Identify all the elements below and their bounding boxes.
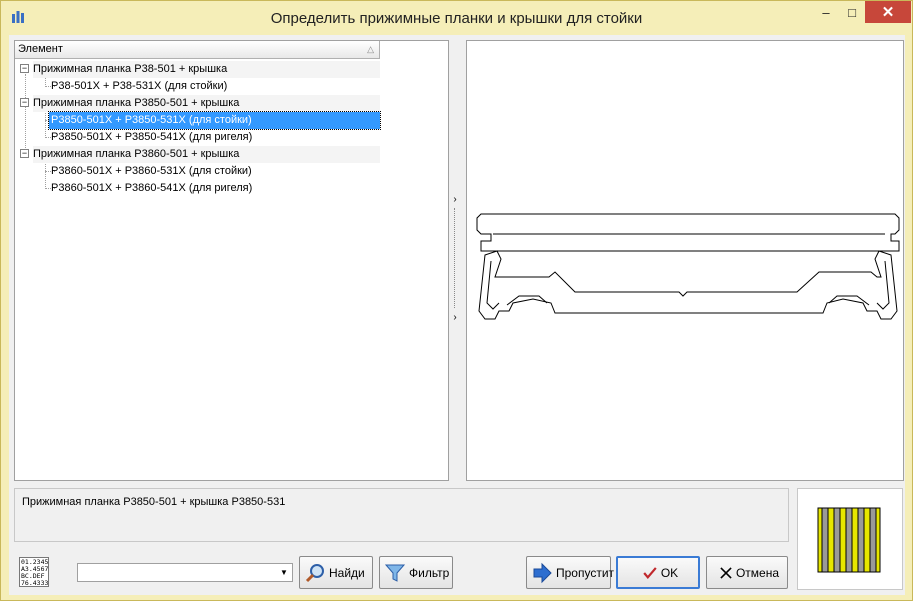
chevron-right-icon[interactable]: › <box>451 312 459 323</box>
title-bar[interactable]: Определить прижимные планки и крышки для… <box>1 1 912 35</box>
tree-header-label: Элемент <box>18 43 63 55</box>
filter-button[interactable]: Фильтр <box>379 556 453 589</box>
tree-child-item[interactable]: P3860-501X + P3860-531X (для стойки) <box>49 163 252 180</box>
ok-button[interactable]: OK <box>616 556 700 589</box>
collapse-toggle[interactable]: − <box>20 64 29 73</box>
sort-ascending-icon: △ <box>367 44 374 54</box>
tree-connector <box>45 109 46 138</box>
magnifier-icon <box>305 563 324 582</box>
profile-drawing <box>476 213 900 320</box>
tree-group-item[interactable]: Прижимная планка P38-501 + крышка <box>33 61 380 78</box>
minimize-button[interactable]: – <box>813 1 839 23</box>
profile-preview <box>466 40 904 481</box>
tree-child-item[interactable]: P3860-501X + P3860-541X (для ригеля) <box>49 180 252 197</box>
calc-line: 76.4333 <box>21 579 49 587</box>
dropdown-arrow-icon[interactable]: ▼ <box>276 564 292 581</box>
dialog-window: Определить прижимные планки и крышки для… <box>0 0 913 601</box>
collapse-toggle[interactable]: − <box>20 98 29 107</box>
skip-button[interactable]: Пропустит <box>526 556 615 589</box>
client-area: Элемент △ − Прижимная планка P38-501 + к… <box>9 35 905 595</box>
skip-button-label: Пропустит <box>556 565 615 580</box>
cancel-button-label: Отмена <box>735 565 780 580</box>
search-combobox[interactable]: ▼ <box>77 563 293 582</box>
arrow-right-icon <box>533 562 552 583</box>
funnel-icon <box>384 564 406 582</box>
tree-child-item[interactable]: P38-501X + P38-531X (для стойки) <box>49 78 227 95</box>
thumbnail-preview <box>797 488 903 590</box>
tree-group-item[interactable]: Прижимная планка P3860-501 + крышка <box>33 146 380 163</box>
tree-child-item-selected[interactable]: P3850-501X + P3850-531X (для стойки) <box>48 111 381 130</box>
tree-column-header[interactable]: Элемент △ <box>15 41 380 59</box>
description-text: Прижимная планка P3850-501 + крышка P385… <box>22 496 286 508</box>
chevron-right-icon[interactable]: › <box>451 194 459 205</box>
splitter-grip <box>454 208 455 308</box>
panel-splitter[interactable]: › › <box>450 190 460 327</box>
description-box: Прижимная планка P3850-501 + крышка P385… <box>14 488 789 542</box>
cancel-button[interactable]: Отмена <box>706 556 788 589</box>
calculator-icon[interactable]: 01.2345 A3.4567 BC.DEF 76.4333 <box>19 557 49 587</box>
x-icon <box>720 566 732 579</box>
check-icon <box>643 566 657 579</box>
tree-connector <box>45 160 46 189</box>
maximize-button[interactable]: □ <box>839 1 865 23</box>
collapse-toggle[interactable]: − <box>20 149 29 158</box>
filter-button-label: Фильтр <box>409 565 450 580</box>
find-button-label: Найди <box>329 565 365 580</box>
element-tree[interactable]: Элемент △ − Прижимная планка P38-501 + к… <box>14 40 449 481</box>
ok-button-label: OK <box>660 565 679 580</box>
close-button[interactable]: ✕ <box>865 1 911 23</box>
mullion-thumbnail-icon <box>817 507 881 573</box>
tree-group-item[interactable]: Прижимная планка P3850-501 + крышка <box>33 95 380 112</box>
window-title: Определить прижимные планки и крышки для… <box>270 10 643 27</box>
tree-child-item[interactable]: P3850-501X + P3850-541X (для ригеля) <box>49 129 252 146</box>
find-button[interactable]: Найди <box>299 556 373 589</box>
tree-connector <box>25 74 26 154</box>
